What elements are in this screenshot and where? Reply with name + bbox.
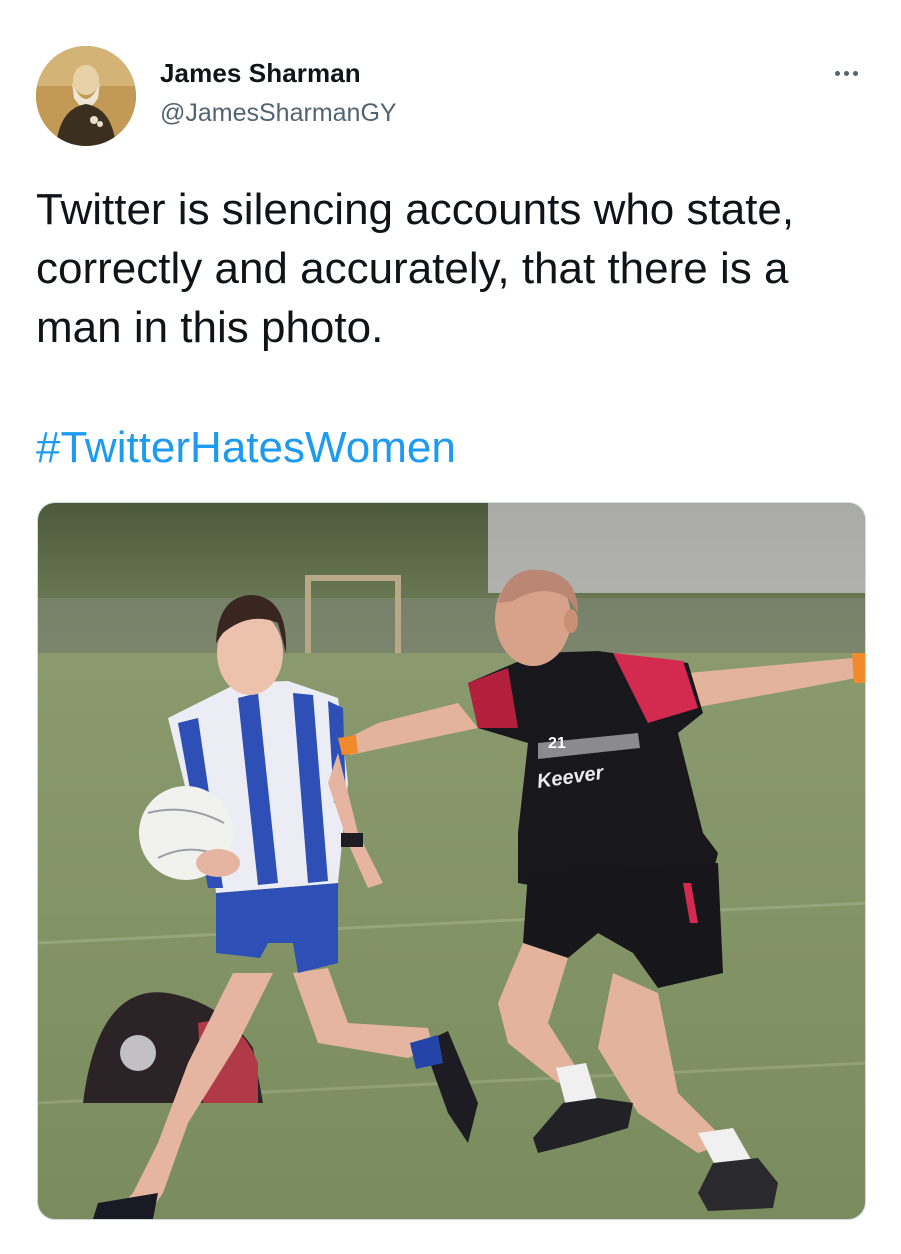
more-horizontal-icon[interactable] — [826, 58, 866, 88]
avatar[interactable] — [36, 46, 136, 146]
author-name[interactable]: James Sharman — [160, 58, 361, 89]
photo-image: 21 Keever — [38, 503, 865, 1219]
tweet-photo[interactable]: 21 Keever — [37, 502, 866, 1220]
hashtag-link[interactable]: #TwitterHatesWomen — [36, 418, 456, 477]
avatar-image — [36, 46, 136, 146]
tweet-text: Twitter is silencing accounts who state,… — [36, 185, 795, 352]
author-handle[interactable]: @JamesSharmanGY — [160, 99, 397, 128]
jersey-number: 21 — [548, 735, 566, 752]
